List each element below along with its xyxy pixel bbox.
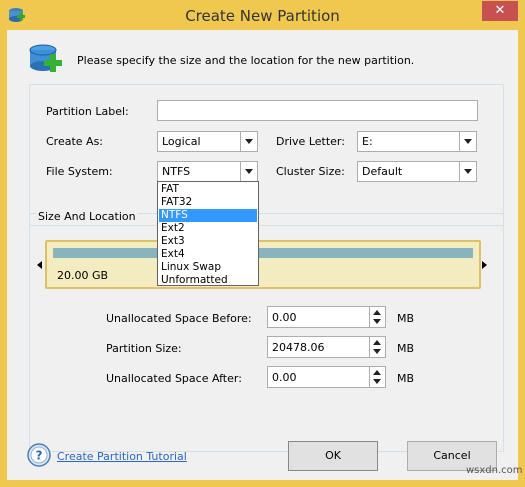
file-system-select[interactable]: NTFS (157, 161, 258, 182)
dialog-window: Create New Partition ✕ Please specify th… (0, 0, 525, 487)
arrow-down-icon[interactable] (373, 349, 381, 354)
unallocated-before-unit: MB (397, 312, 415, 325)
cluster-size-select[interactable]: Default (357, 161, 477, 182)
partition-fill[interactable] (53, 248, 473, 258)
partition-size-text: 20.00 GB (57, 269, 109, 282)
chevron-down-icon[interactable] (459, 132, 476, 151)
dropdown-option-ext2[interactable]: Ext2 (159, 222, 257, 235)
dialog-client-area: Please specify the size and the location… (7, 30, 518, 480)
unallocated-after-value: 0.00 (272, 371, 297, 384)
dropdown-option-fat32[interactable]: FAT32 (159, 196, 257, 209)
svg-text:?: ? (36, 449, 43, 463)
unallocated-after-unit: MB (397, 372, 415, 385)
cluster-size-label: Cluster Size: (276, 165, 345, 178)
create-partition-tutorial-link[interactable]: Create Partition Tutorial (57, 450, 187, 463)
instruction-text: Please specify the size and the location… (77, 54, 415, 67)
close-button[interactable]: ✕ (482, 1, 518, 21)
drive-letter-value: E: (362, 135, 373, 148)
file-system-label: File System: (46, 165, 113, 178)
unallocated-before-stepper[interactable] (369, 307, 385, 327)
partition-size-bar[interactable]: 20.00 GB (45, 240, 481, 289)
ok-button[interactable]: OK (288, 441, 378, 471)
create-as-value: Logical (162, 135, 201, 148)
arrow-down-icon[interactable] (373, 379, 381, 384)
partition-size-stepper[interactable] (369, 337, 385, 357)
file-system-value: NTFS (162, 165, 191, 178)
partition-label-input[interactable] (157, 100, 478, 121)
unallocated-before-input[interactable]: 0.00 (267, 306, 386, 328)
size-location-label: Size And Location (36, 210, 138, 223)
create-as-label: Create As: (46, 135, 104, 148)
dropdown-option-linux-swap[interactable]: Linux Swap (159, 261, 257, 274)
help-icon[interactable]: ? (27, 443, 51, 467)
dropdown-option-ext3[interactable]: Ext3 (159, 235, 257, 248)
watermark-text: wsxdn.com (466, 465, 523, 476)
chevron-down-icon[interactable] (459, 162, 476, 181)
right-resize-handle-icon[interactable] (482, 261, 487, 269)
arrow-up-icon[interactable] (373, 370, 381, 375)
partition-size-input[interactable]: 20478.06 (267, 336, 386, 358)
chevron-down-icon[interactable] (240, 162, 257, 181)
window-title: Create New Partition (185, 7, 340, 25)
drive-letter-label: Drive Letter: (276, 135, 345, 148)
dropdown-option-ext4[interactable]: Ext4 (159, 248, 257, 261)
unallocated-after-label: Unallocated Space After: (106, 372, 242, 385)
partition-size-value: 20478.06 (272, 341, 325, 354)
partition-label-label: Partition Label: (46, 105, 129, 118)
unallocated-after-stepper[interactable] (369, 367, 385, 387)
partition-size-label: Partition Size: (106, 342, 182, 355)
unallocated-after-input[interactable]: 0.00 (267, 366, 386, 388)
create-as-select[interactable]: Logical (157, 131, 258, 152)
drive-letter-select[interactable]: E: (357, 131, 477, 152)
chevron-down-icon[interactable] (240, 132, 257, 151)
title-bar[interactable]: Create New Partition ✕ (0, 0, 525, 30)
dropdown-option-unformatted[interactable]: Unformatted (159, 274, 257, 287)
unallocated-before-value: 0.00 (272, 311, 297, 324)
partition-size-unit: MB (397, 342, 415, 355)
arrow-up-icon[interactable] (373, 310, 381, 315)
cluster-size-value: Default (362, 165, 403, 178)
new-partition-icon (29, 44, 62, 72)
arrow-down-icon[interactable] (373, 319, 381, 324)
file-system-dropdown-list[interactable]: FAT FAT32 NTFS Ext2 Ext3 Ext4 Linux Swap… (157, 181, 259, 286)
left-resize-handle-icon[interactable] (37, 261, 42, 269)
dropdown-option-fat[interactable]: FAT (159, 183, 257, 196)
arrow-up-icon[interactable] (373, 340, 381, 345)
dropdown-option-ntfs[interactable]: NTFS (159, 209, 257, 222)
unallocated-before-label: Unallocated Space Before: (106, 312, 252, 325)
